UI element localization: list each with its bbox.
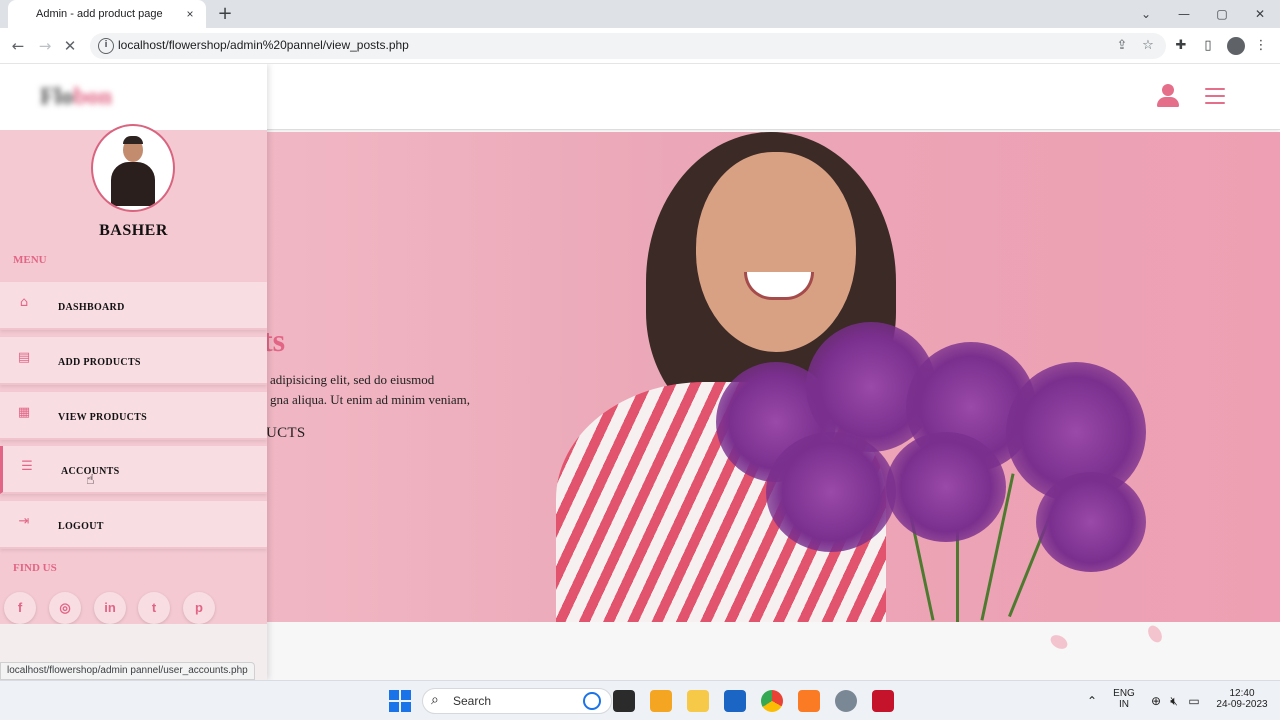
- admin-name: BASHER: [99, 222, 168, 239]
- hamburger-menu-icon[interactable]: [1205, 88, 1225, 104]
- loading-stop-icon[interactable]: ✕: [60, 36, 80, 56]
- find-us-heading: FIND US: [13, 562, 57, 574]
- maximize-icon[interactable]: ▢: [1210, 4, 1234, 24]
- browser-tab[interactable]: Admin - add product page ×: [8, 0, 206, 28]
- file-explorer-icon[interactable]: [687, 690, 709, 712]
- chrome-icon[interactable]: [761, 690, 783, 712]
- sublime-text-icon[interactable]: [650, 690, 672, 712]
- windows-start-icon[interactable]: [389, 690, 411, 712]
- taskbar-clock[interactable]: 12:40 24-09-2023: [1210, 688, 1274, 710]
- logout-icon: ⇥: [18, 514, 30, 529]
- bing-icon[interactable]: [583, 692, 601, 710]
- sidebar-item-label: LOGOUT: [58, 521, 104, 532]
- sidebar-item-label: DASHBOARD: [58, 302, 125, 313]
- minimize-icon[interactable]: —: [1172, 4, 1196, 24]
- tab-search-icon[interactable]: ⌄: [1134, 4, 1158, 24]
- add-products-icon: ▤: [17, 350, 31, 365]
- twitter-icon[interactable]: t: [138, 592, 170, 624]
- sidebar-logo-area: Flobon: [0, 64, 267, 130]
- task-view-icon[interactable]: [613, 690, 635, 712]
- home-icon: ⌂: [19, 295, 29, 310]
- instagram-icon[interactable]: ◎: [49, 592, 81, 624]
- close-window-icon[interactable]: ✕: [1248, 4, 1272, 24]
- hand-cursor-icon: ☝: [86, 472, 95, 488]
- site-logo[interactable]: Flobon: [40, 84, 112, 111]
- side-panel-icon[interactable]: ▯: [1199, 37, 1217, 55]
- menu-heading: MENU: [13, 254, 47, 266]
- search-icon: ⌕: [431, 692, 439, 708]
- xampp-icon[interactable]: [798, 690, 820, 712]
- admin-avatar: [91, 124, 175, 212]
- hero-text-line-1: adipisicing elit, sed do eiusmod: [270, 372, 435, 387]
- bookmark-star-icon[interactable]: ☆: [1140, 38, 1156, 54]
- page-lower-section: [266, 622, 1280, 680]
- view-products-icon: ▦: [17, 405, 31, 420]
- more-menu-icon[interactable]: ⋮: [1252, 37, 1270, 55]
- windows-taskbar: ⌕ Search ⌃ ENG IN ⊕ 🔇︎ ▭ 12:40 24-09-202…: [0, 680, 1280, 720]
- hero-image-flowers: [706, 322, 1176, 622]
- user-icon[interactable]: [1156, 84, 1180, 108]
- link-status-bar: localhost/flowershop/admin pannel/user_a…: [0, 662, 255, 680]
- sidebar-item-label: ADD PRODUCTS: [58, 357, 141, 368]
- share-icon[interactable]: ⇪: [1114, 38, 1130, 54]
- profile-avatar-icon[interactable]: [1227, 37, 1245, 55]
- facebook-icon[interactable]: f: [4, 592, 36, 624]
- pinterest-icon[interactable]: p: [183, 592, 215, 624]
- extensions-icon[interactable]: ✚: [1172, 37, 1190, 55]
- back-icon[interactable]: ←: [8, 36, 28, 56]
- address-bar[interactable]: i localhost/flowershop/admin%20pannel/vi…: [90, 33, 1166, 59]
- forward-icon[interactable]: →: [35, 36, 55, 56]
- sidebar-item-dashboard[interactable]: ⌂ DASHBOARD: [0, 282, 267, 330]
- web-page: ts adipisicing elit, sed do eiusmod gna …: [0, 64, 1280, 680]
- browser-tabstrip: Admin - add product page × + ⌄ — ▢ ✕: [0, 0, 1280, 28]
- admin-sidebar: Flobon BASHER MENU ⌂ DASHBOARD ▤ ADD PRO…: [0, 64, 267, 680]
- settings-gear-icon[interactable]: [835, 690, 857, 712]
- hero-products-link[interactable]: UCTS: [266, 425, 306, 442]
- input-language[interactable]: ENG IN: [1110, 688, 1138, 710]
- sidebar-item-add-products[interactable]: ▤ ADD PRODUCTS: [0, 337, 267, 385]
- linkedin-icon[interactable]: in: [94, 592, 126, 624]
- browser-toolbar: ← → ✕ i localhost/flowershop/admin%20pan…: [0, 28, 1280, 64]
- hero-text-line-2: gna aliqua. Ut enim ad minim veniam,: [270, 392, 471, 407]
- sidebar-item-accounts[interactable]: ☰ ACCOUNTS: [0, 446, 267, 494]
- tab-title: Admin - add product page: [36, 8, 163, 20]
- tab-close-icon[interactable]: ×: [182, 6, 198, 22]
- network-icon[interactable]: ⊕: [1148, 693, 1164, 709]
- site-info-icon[interactable]: i: [98, 38, 114, 54]
- sidebar-item-view-products[interactable]: ▦ VIEW PRODUCTS: [0, 392, 267, 440]
- taskbar-search[interactable]: ⌕ Search: [422, 688, 612, 714]
- sidebar-item-logout[interactable]: ⇥ LOGOUT: [0, 501, 267, 549]
- new-tab-button[interactable]: +: [215, 4, 235, 24]
- tray-chevron-up-icon[interactable]: ⌃: [1084, 693, 1100, 709]
- screen-recorder-icon[interactable]: [872, 690, 894, 712]
- address-url[interactable]: localhost/flowershop/admin%20pannel/view…: [118, 38, 409, 52]
- accounts-icon: ☰: [21, 459, 33, 474]
- sidebar-item-label: VIEW PRODUCTS: [58, 412, 148, 423]
- volume-muted-icon[interactable]: 🔇︎: [1166, 693, 1182, 709]
- battery-icon[interactable]: ▭: [1186, 693, 1202, 709]
- taskbar-search-placeholder: Search: [453, 694, 492, 708]
- microsoft-store-icon[interactable]: [724, 690, 746, 712]
